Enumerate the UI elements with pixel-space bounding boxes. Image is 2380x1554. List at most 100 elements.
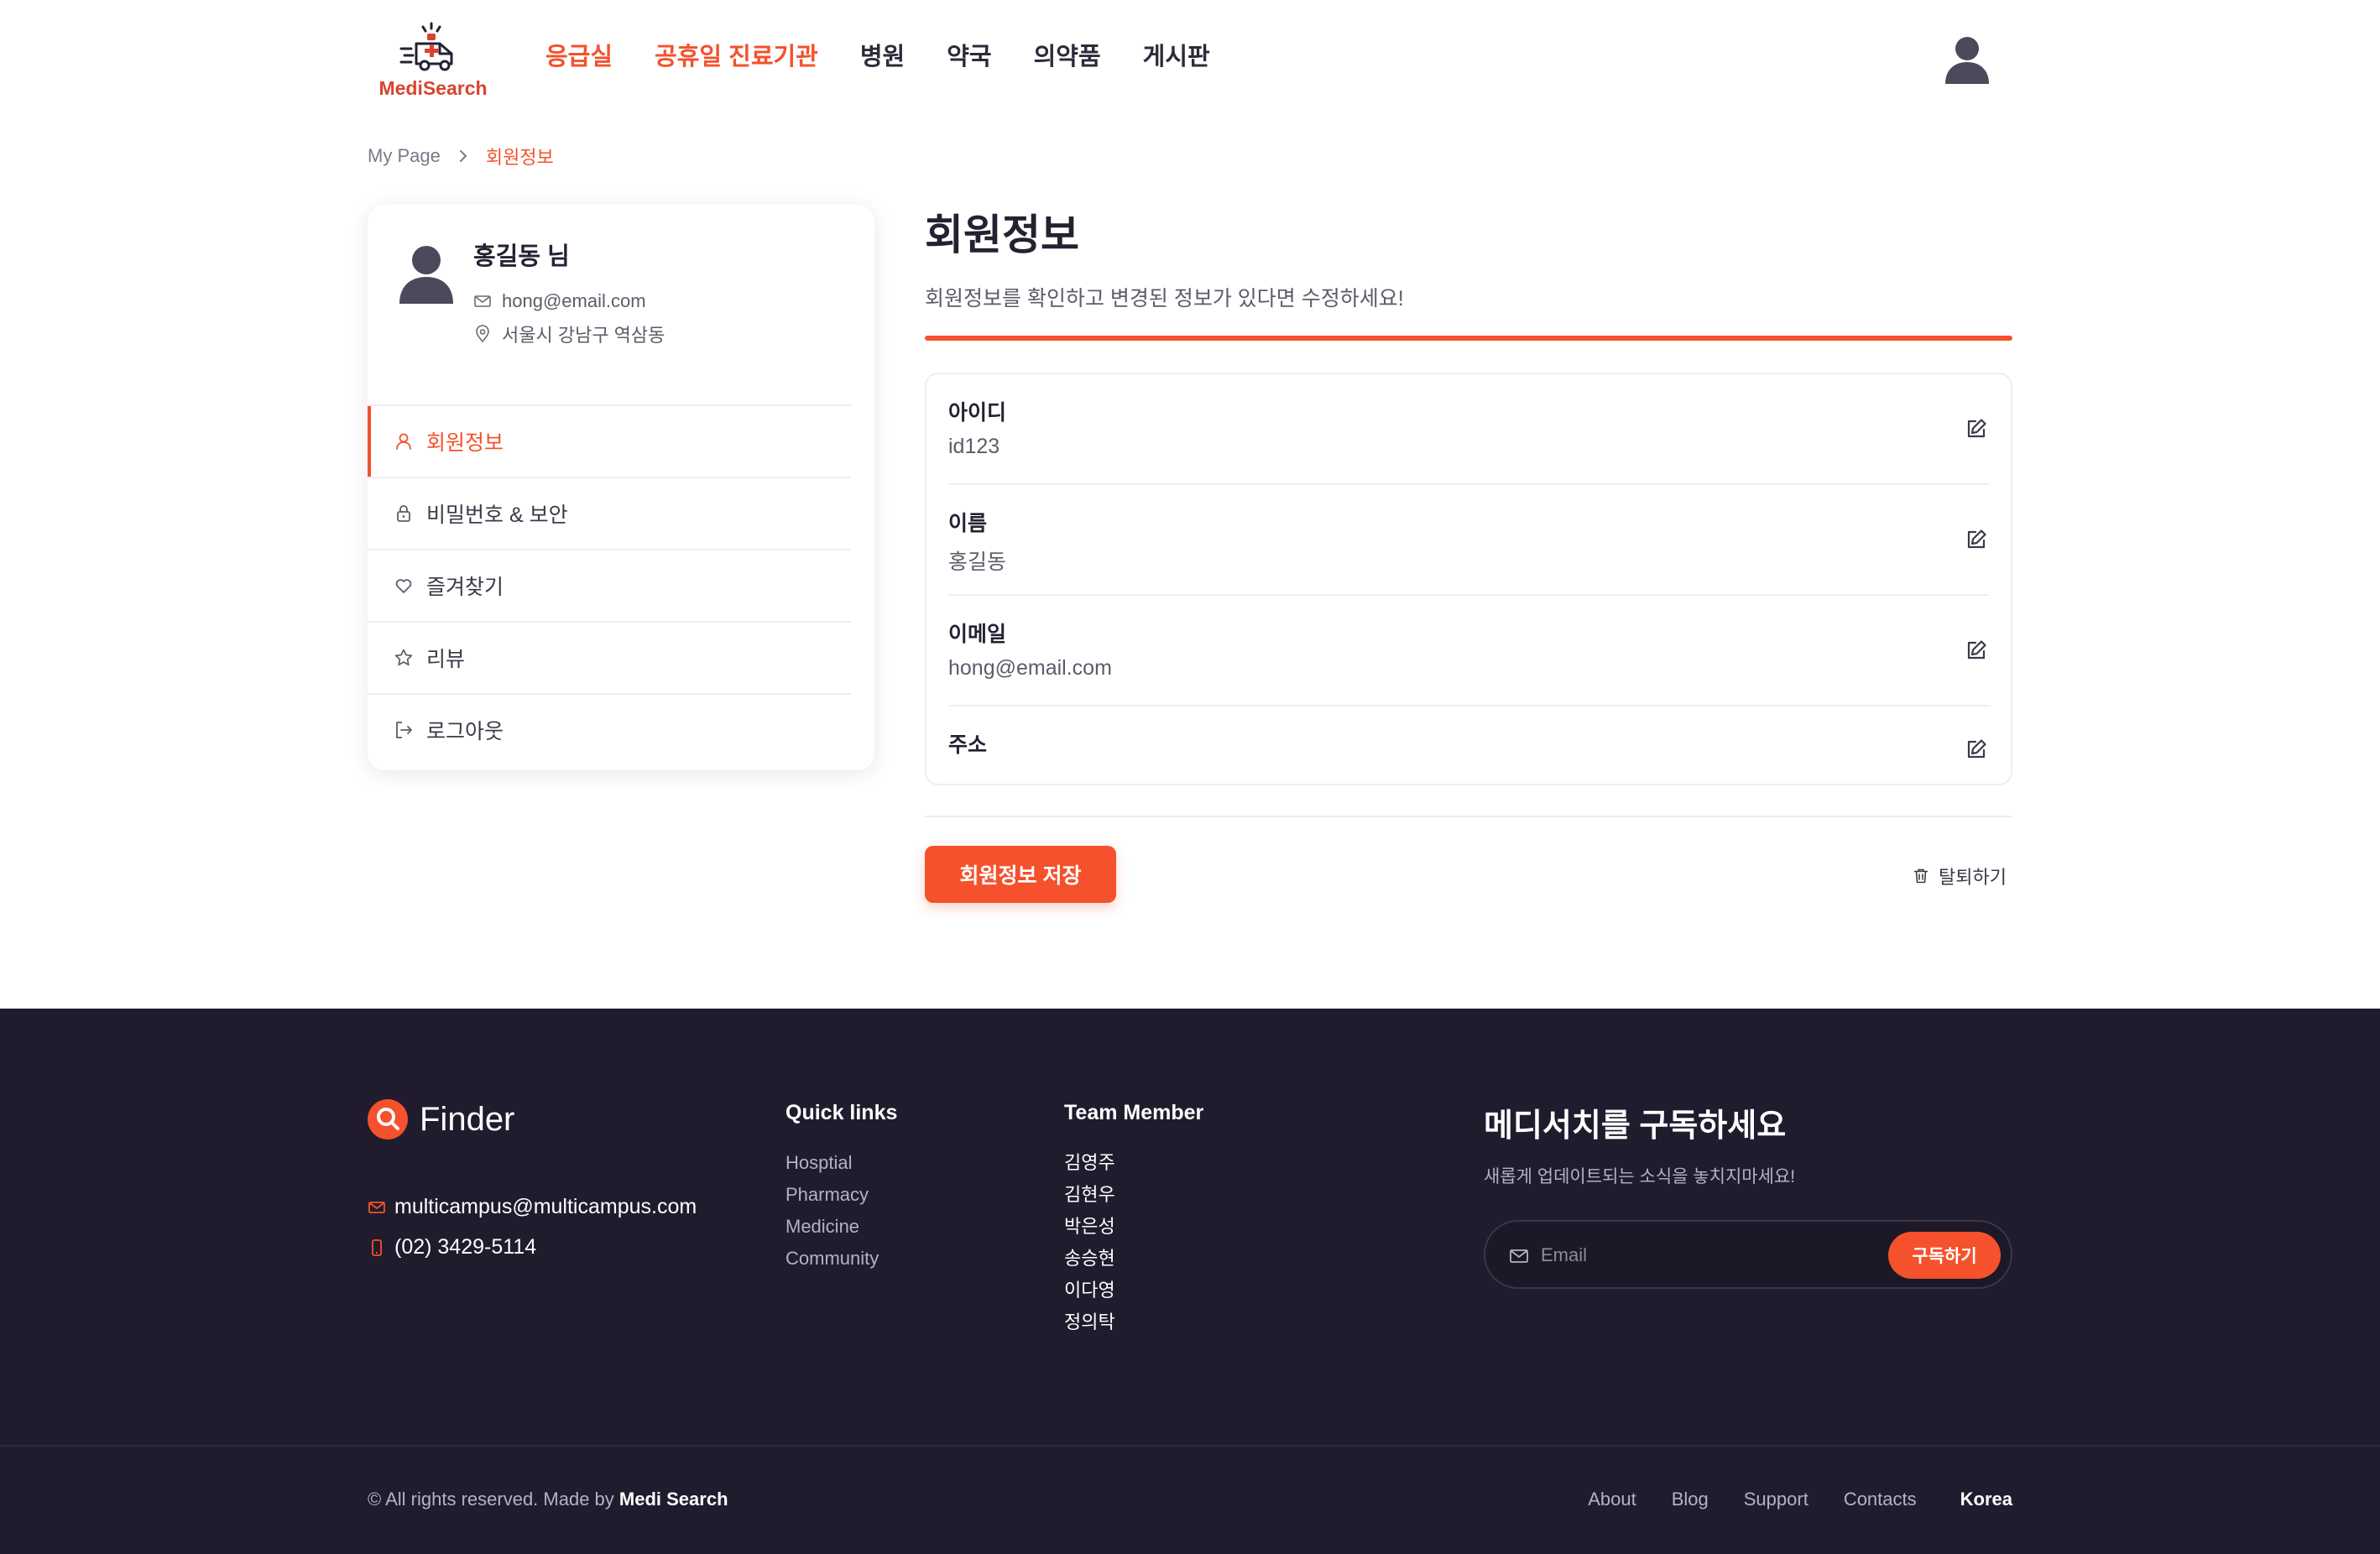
breadcrumb-current: 회원정보 <box>485 147 554 168</box>
info-label: 아이디 <box>948 401 1007 425</box>
info-row-email: 이메일 hong@email.com <box>948 596 1989 707</box>
side-menu-label: 로그아웃 <box>426 720 504 743</box>
edit-icon[interactable] <box>1964 737 1989 762</box>
user-icon <box>396 433 411 450</box>
profile-name: 홍길동 님 <box>473 243 570 270</box>
side-menu-member-info[interactable]: 회원정보 <box>368 404 851 477</box>
site-header: MediSearch 응급실 공휴일 진료기관 병원 약국 의약품 게시판 <box>0 0 2380 117</box>
subscribe-email-input[interactable] <box>1541 1239 1843 1272</box>
info-row-name: 이름 홍길동 <box>948 485 1989 596</box>
medisearch-logo[interactable]: MediSearch <box>374 20 492 104</box>
footer-link-contacts[interactable]: Contacts <box>1844 1489 1917 1510</box>
nav-board[interactable]: 게시판 <box>1143 37 1210 77</box>
account-sidebar: 홍길동 님 hong@email.com 서울시 강남구 역삼동 회원정보 비밀… <box>368 205 874 770</box>
logout-icon <box>396 722 412 738</box>
info-label: 주소 <box>948 733 988 757</box>
phone-icon <box>372 1239 382 1256</box>
team-member: 박은성 <box>1064 1216 1115 1237</box>
save-member-info-button[interactable]: 회원정보 저장 <box>925 846 1116 903</box>
subscribe-button[interactable]: 구독하기 <box>1888 1232 2001 1279</box>
footer-logo-text: Finder <box>420 1100 515 1138</box>
profile-avatar-icon <box>399 246 453 304</box>
subscribe-title: 메디서치를 구독하세요 <box>1484 1108 1787 1144</box>
nav-emergency-room[interactable]: 응급실 <box>545 37 613 77</box>
info-value: 홍길동 <box>948 550 1007 574</box>
team-member: 정의탁 <box>1064 1312 1115 1332</box>
copyright-text: © All rights reserved. Made by <box>368 1489 614 1510</box>
info-label: 이메일 <box>948 623 1007 646</box>
nav-holiday-clinics[interactable]: 공휴일 진료기관 <box>655 37 818 77</box>
section-divider <box>925 816 2012 817</box>
mail-icon <box>474 295 491 307</box>
side-menu-logout[interactable]: 로그아웃 <box>368 693 851 765</box>
breadcrumb: My Page 회원정보 <box>368 143 554 169</box>
info-value: id123 <box>948 435 1000 458</box>
side-menu-label: 리뷰 <box>426 648 466 671</box>
info-row-address: 주소 <box>948 707 1989 787</box>
footer-divider <box>0 1445 2380 1447</box>
footer-bottom-links: About Blog Support Contacts Korea <box>1588 1489 2012 1510</box>
footer-link-medicine[interactable]: Medicine <box>786 1211 897 1243</box>
lock-icon <box>397 505 410 522</box>
profile-email-text: hong@email.com <box>502 290 646 311</box>
page-description: 회원정보를 확인하고 변경된 정보가 있다면 수정하세요! <box>925 287 1404 310</box>
trash-icon <box>1913 868 1929 884</box>
side-menu-label: 비밀번호 & 보안 <box>426 503 568 527</box>
team-member: 이다영 <box>1064 1280 1115 1301</box>
side-menu-label: 즐겨찾기 <box>426 576 504 599</box>
team-title: Team Member <box>1064 1101 1204 1124</box>
search-logo-icon <box>368 1099 408 1139</box>
chevron-right-icon <box>459 150 467 162</box>
mail-icon <box>368 1201 385 1213</box>
side-menu-password-security[interactable]: 비밀번호 & 보안 <box>368 477 851 549</box>
subscribe-form: 구독하기 <box>1484 1220 2012 1289</box>
withdraw-label: 탈퇴하기 <box>1939 867 2007 888</box>
team-member: 김현우 <box>1064 1184 1115 1205</box>
language-selector[interactable]: Korea <box>1960 1489 2012 1510</box>
side-menu: 회원정보 비밀번호 & 보안 즐겨찾기 리뷰 로그아웃 <box>368 404 874 765</box>
footer-link-hospital[interactable]: Hosptial <box>786 1147 897 1179</box>
footer-email[interactable]: multicampus@multicampus.com <box>368 1195 697 1219</box>
footer-link-pharmacy[interactable]: Pharmacy <box>786 1179 897 1211</box>
title-underline <box>925 336 2012 341</box>
copyright: © All rights reserved. Made by Medi Sear… <box>368 1489 728 1510</box>
info-label: 이름 <box>948 512 988 535</box>
edit-icon[interactable] <box>1964 638 1989 663</box>
info-row-id: 아이디 id123 <box>948 374 1989 485</box>
footer-link-community[interactable]: Community <box>786 1243 897 1275</box>
team-member: 송승현 <box>1064 1248 1115 1269</box>
page-title: 회원정보 <box>925 211 1079 258</box>
side-menu-label: 회원정보 <box>426 431 504 455</box>
main-nav: 응급실 공휴일 진료기관 병원 약국 의약품 게시판 <box>545 37 1210 77</box>
profile-address-text: 서울시 강남구 역삼동 <box>502 325 665 346</box>
copyright-brand: Medi Search <box>618 1489 728 1510</box>
footer-link-blog[interactable]: Blog <box>1672 1489 1709 1510</box>
edit-icon[interactable] <box>1964 527 1989 552</box>
breadcrumb-my-page[interactable]: My Page <box>368 145 441 167</box>
side-menu-favorites[interactable]: 즐겨찾기 <box>368 549 851 621</box>
nav-medicine[interactable]: 의약품 <box>1034 37 1101 77</box>
footer-phone[interactable]: (02) 3429-5114 <box>368 1235 536 1259</box>
quick-links-title: Quick links <box>786 1101 898 1124</box>
logo-text: MediSearch <box>378 77 488 99</box>
user-avatar-icon[interactable] <box>1940 32 1994 86</box>
star-icon <box>394 649 413 666</box>
footer-quick-links: Quick links Hosptial Pharmacy Medicine C… <box>786 1101 897 1275</box>
footer-phone-text: (02) 3429-5114 <box>394 1235 537 1259</box>
footer-link-support[interactable]: Support <box>1744 1489 1808 1510</box>
edit-icon[interactable] <box>1964 416 1989 441</box>
footer-logo[interactable]: Finder <box>368 1099 514 1139</box>
footer-team-members: Team Member 김영주 김현우 박은성 송승현 이다영 정의탁 <box>1064 1101 1203 1338</box>
side-menu-reviews[interactable]: 리뷰 <box>368 621 851 693</box>
site-footer: Finder multicampus@multicampus.com (02) … <box>0 1009 2380 1554</box>
withdraw-link[interactable]: 탈퇴하기 <box>1912 863 2007 889</box>
subscribe-description: 새롭게 업데이트되는 소식을 놓치지마세요! <box>1484 1167 1796 1186</box>
info-value: hong@email.com <box>948 656 1112 680</box>
nav-pharmacy[interactable]: 약국 <box>947 37 991 77</box>
footer-link-about[interactable]: About <box>1588 1489 1636 1510</box>
profile-email: hong@email.com <box>473 290 646 312</box>
nav-hospital[interactable]: 병원 <box>860 37 905 77</box>
team-member: 김영주 <box>1064 1152 1115 1173</box>
heart-icon <box>395 579 412 593</box>
footer-email-text: multicampus@multicampus.com <box>394 1195 697 1218</box>
